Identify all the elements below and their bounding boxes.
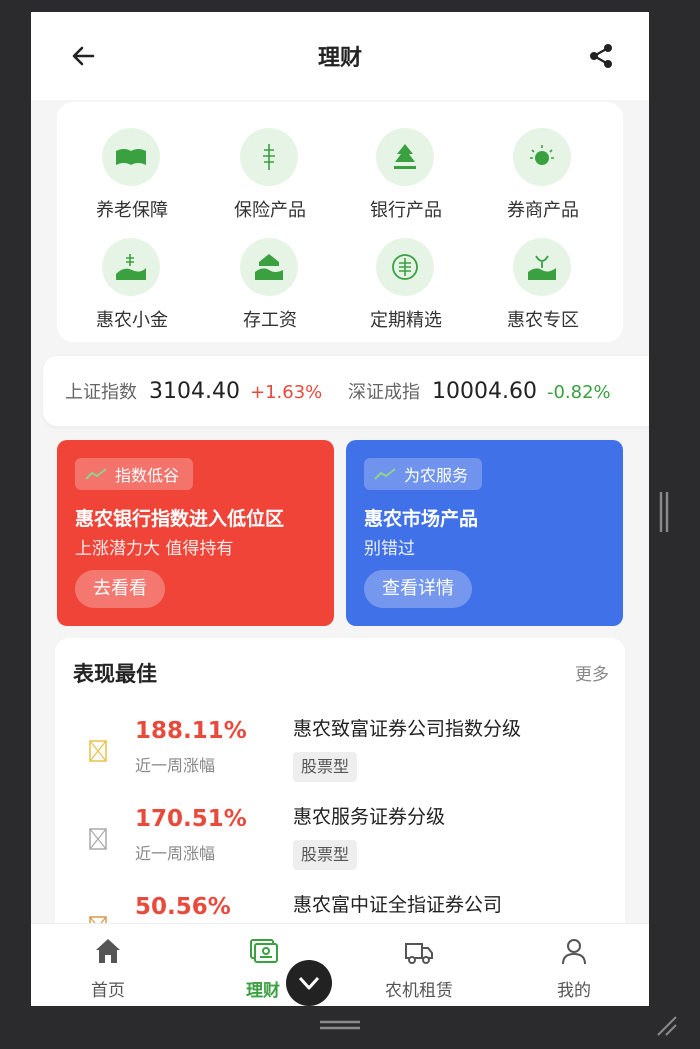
- category-label: 存工资: [243, 310, 297, 331]
- side-resize-handle-icon[interactable]: [658, 490, 670, 534]
- fund-image-placeholder-icon: [89, 828, 107, 850]
- pension-icon: [102, 128, 160, 186]
- app-screen: 理财 养老保障 保险产品 银行产品 券商产品 惠农小金 存工资 定期精选 惠农专…: [31, 12, 649, 1006]
- category-label: 银行产品: [370, 200, 442, 221]
- fund-return-period: 近一周涨幅: [135, 756, 216, 775]
- category-label: 惠农专区: [507, 310, 579, 331]
- fund-type-badge: 股票型: [293, 840, 358, 870]
- promo-title: 惠农银行指数进入低位区: [75, 508, 285, 530]
- fund-row[interactable]: 188.11% 近一周涨幅 惠农致富证券公司指数分级 股票型: [55, 712, 625, 798]
- index-name: 上证指数: [65, 382, 137, 403]
- zone-icon: [513, 238, 571, 296]
- bottom-tab-bar: 首页 理财 农机租赁 我的: [31, 923, 649, 1006]
- promo-subtitle: 别错过: [364, 539, 415, 559]
- tab-label: 首页: [91, 981, 125, 1001]
- page-title: 理财: [317, 46, 362, 71]
- fund-row[interactable]: 170.51% 近一周涨幅 惠农服务证券分级 股票型: [55, 800, 625, 886]
- fixed-term-icon: [376, 238, 434, 296]
- tab-label: 农机租赁: [385, 981, 453, 1001]
- resize-corner-icon[interactable]: [654, 1013, 678, 1037]
- index-name: 深证成指: [348, 382, 420, 403]
- fund-type-badge: 股票型: [293, 752, 358, 782]
- share-icon[interactable]: [587, 42, 615, 70]
- promo-card-index-low[interactable]: 指数低谷 惠农银行指数进入低位区 上涨潜力大 值得持有 去看看: [57, 440, 334, 626]
- category-label: 保险产品: [234, 200, 306, 221]
- fund-name: 惠农致富证券公司指数分级: [293, 718, 522, 740]
- truck-icon: [405, 943, 433, 964]
- category-fixed-term[interactable]: 定期精选: [341, 224, 471, 334]
- salary-icon: [240, 238, 298, 296]
- fund-return: 170.51%: [135, 806, 247, 832]
- best-performers-section: 表现最佳 更多 188.11% 近一周涨幅 惠农致富证券公司指数分级 股票型 1…: [55, 638, 625, 938]
- index-shenzhen[interactable]: 深证成指 10004.60 -0.82%: [348, 378, 611, 404]
- broker-icon: [513, 128, 571, 186]
- trend-icon: [374, 468, 396, 480]
- trend-icon: [85, 468, 107, 480]
- fund-image-placeholder-icon: [89, 740, 107, 762]
- small-gold-icon: [102, 238, 160, 296]
- category-small-gold[interactable]: 惠农小金: [67, 224, 197, 334]
- tab-profile[interactable]: 我的: [497, 924, 649, 1006]
- fund-return: 188.11%: [135, 718, 247, 744]
- finance-icon: [250, 939, 278, 963]
- category-bank[interactable]: 银行产品: [341, 114, 471, 224]
- promo-subtitle: 上涨潜力大 值得持有: [75, 539, 234, 559]
- tab-machinery-rental[interactable]: 农机租赁: [342, 924, 496, 1006]
- market-index-bar: 上证指数 3104.40 +1.63% 深证成指 10004.60 -0.82%: [43, 356, 649, 426]
- fund-name: 惠农富中证全指证券公司: [293, 894, 503, 916]
- promo-tag: 指数低谷: [75, 458, 194, 490]
- fund-return-period: 近一周涨幅: [135, 844, 216, 863]
- drag-handle-icon[interactable]: [318, 1018, 362, 1032]
- promo-button[interactable]: 去看看: [75, 570, 165, 608]
- insurance-icon: [240, 128, 298, 186]
- index-value: 10004.60: [432, 379, 537, 404]
- promo-card-farm-service[interactable]: 为农服务 惠农市场产品 别错过 查看详情: [346, 440, 623, 626]
- top-bar: 理财: [31, 12, 649, 100]
- fund-name: 惠农服务证券分级: [293, 806, 446, 828]
- index-shanghai[interactable]: 上证指数 3104.40 +1.63%: [65, 378, 322, 404]
- fund-return: 50.56%: [135, 894, 231, 920]
- category-broker[interactable]: 券商产品: [478, 114, 608, 224]
- tab-home[interactable]: 首页: [31, 924, 185, 1006]
- promo-tag: 为农服务: [364, 458, 483, 490]
- bank-icon: [376, 128, 434, 186]
- home-icon: [96, 939, 120, 963]
- index-change: +1.63%: [249, 382, 323, 403]
- category-pension[interactable]: 养老保障: [67, 114, 197, 224]
- section-title: 表现最佳: [73, 662, 157, 686]
- chevron-down-icon: [298, 976, 320, 990]
- category-label: 惠农小金: [96, 310, 168, 331]
- floating-v-button[interactable]: [286, 960, 332, 1006]
- category-label: 券商产品: [507, 200, 579, 221]
- index-value: 3104.40: [149, 379, 240, 404]
- category-grid: 养老保障 保险产品 银行产品 券商产品 惠农小金 存工资 定期精选 惠农专区: [57, 102, 623, 342]
- category-salary[interactable]: 存工资: [205, 224, 335, 334]
- index-change: -0.82%: [546, 382, 611, 403]
- promo-tag-label: 指数低谷: [115, 466, 180, 485]
- more-link[interactable]: 更多: [575, 660, 609, 685]
- promo-title: 惠农市场产品: [364, 508, 479, 530]
- category-label: 养老保障: [96, 200, 168, 221]
- user-icon: [562, 939, 586, 965]
- promo-button[interactable]: 查看详情: [364, 570, 472, 608]
- category-label: 定期精选: [370, 310, 442, 331]
- tab-label: 我的: [557, 981, 591, 1001]
- category-insurance[interactable]: 保险产品: [205, 114, 335, 224]
- promo-tag-label: 为农服务: [404, 466, 469, 485]
- category-zone[interactable]: 惠农专区: [478, 224, 608, 334]
